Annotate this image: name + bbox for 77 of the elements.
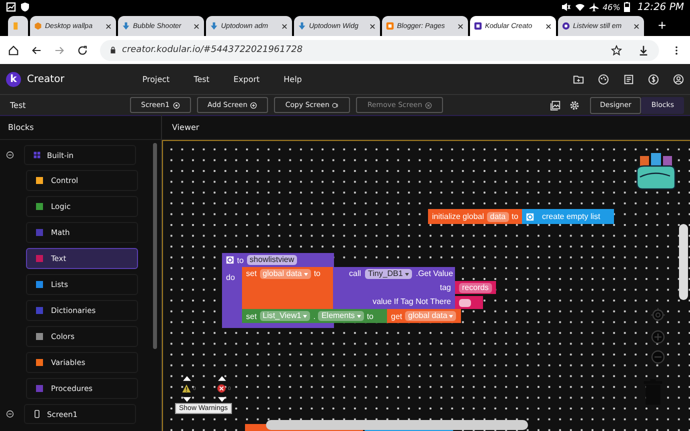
forward-icon[interactable] [54,44,65,56]
menu-item[interactable]: Export [233,74,260,84]
panel-title: Viewer [162,115,690,140]
download-arrow-icon [122,22,130,30]
image-icon[interactable] [550,100,562,110]
component-dropdown[interactable]: Tiny_DB1 [365,269,412,279]
project-name: Test [10,100,27,110]
palette-icon[interactable] [598,74,609,84]
socket-label: value If Tag Not There [372,297,451,307]
up-arrow-icon[interactable] [218,376,226,381]
lock-icon [110,46,116,54]
panel-title: Blocks [0,115,161,140]
download-arrow-icon [210,22,218,30]
dollar-icon[interactable] [648,74,659,84]
menu-item[interactable]: Help [284,74,302,84]
add-icon [250,102,258,108]
socket-label: tag [440,283,451,293]
shield-icon [20,2,30,12]
grid-icon [33,151,41,159]
new-tab-button[interactable]: + [646,16,666,36]
battery-icon [624,2,630,12]
star-icon[interactable] [611,44,622,56]
clock: 12:26 PM [637,2,684,12]
down-arrow-icon[interactable] [218,397,226,402]
close-icon[interactable] [105,22,112,30]
menu-item[interactable]: Test [194,74,210,84]
backpack-icon[interactable] [634,152,678,190]
book-icon[interactable] [623,74,634,84]
error-icon [217,384,226,393]
close-icon[interactable] [633,22,640,30]
wifi-icon [574,2,585,12]
copy-icon [332,102,340,108]
empty-text-field[interactable] [459,298,471,306]
app-icon [386,22,394,30]
close-icon[interactable] [281,22,288,30]
download-arrow-icon [298,22,306,30]
collapse-icon[interactable] [6,410,14,418]
app-icon [474,22,482,30]
menu-item[interactable]: Project [142,74,170,84]
screenshot-icon [6,2,16,12]
logo: k [6,72,21,86]
warning-icon [182,384,191,393]
hexagon-icon [34,22,42,30]
gear-icon [226,256,234,264]
scrollbar[interactable] [153,143,157,349]
collapse-icon[interactable] [6,151,14,159]
vertical-scrollbar[interactable] [679,224,688,300]
account-icon[interactable] [673,74,684,84]
back-icon[interactable] [31,44,42,56]
procedure-arm: do [222,267,242,323]
close-icon[interactable] [457,22,464,30]
bookmark-icon [12,22,20,30]
reload-icon[interactable] [77,44,88,56]
airplane-icon [588,2,599,12]
horizontal-scrollbar[interactable] [266,420,528,430]
battery-percent: 46% [602,2,620,12]
name-field[interactable]: showlistview [246,255,298,265]
browser-tab[interactable] [8,16,28,36]
dropdown-icon [172,102,180,108]
folder-icon[interactable] [573,74,584,84]
down-arrow-icon[interactable] [183,397,191,402]
up-arrow-icon[interactable] [183,376,191,381]
mute-icon [560,2,571,12]
close-icon[interactable] [369,22,376,30]
procedure-header[interactable]: to showlistview [222,253,334,267]
download-icon[interactable] [638,44,649,56]
gear-icon [526,212,534,220]
text-block[interactable] [455,296,483,309]
app-icon [562,22,570,30]
settings-icon[interactable] [569,100,580,110]
address-field[interactable]: creator.kodular.io/#5443722021961728 [100,40,659,60]
app-title: Creator [27,74,64,84]
phone-icon [33,410,41,418]
close-icon[interactable] [193,22,200,30]
close-icon[interactable] [545,22,552,30]
home-icon[interactable] [8,44,19,56]
remove-icon [425,102,432,108]
